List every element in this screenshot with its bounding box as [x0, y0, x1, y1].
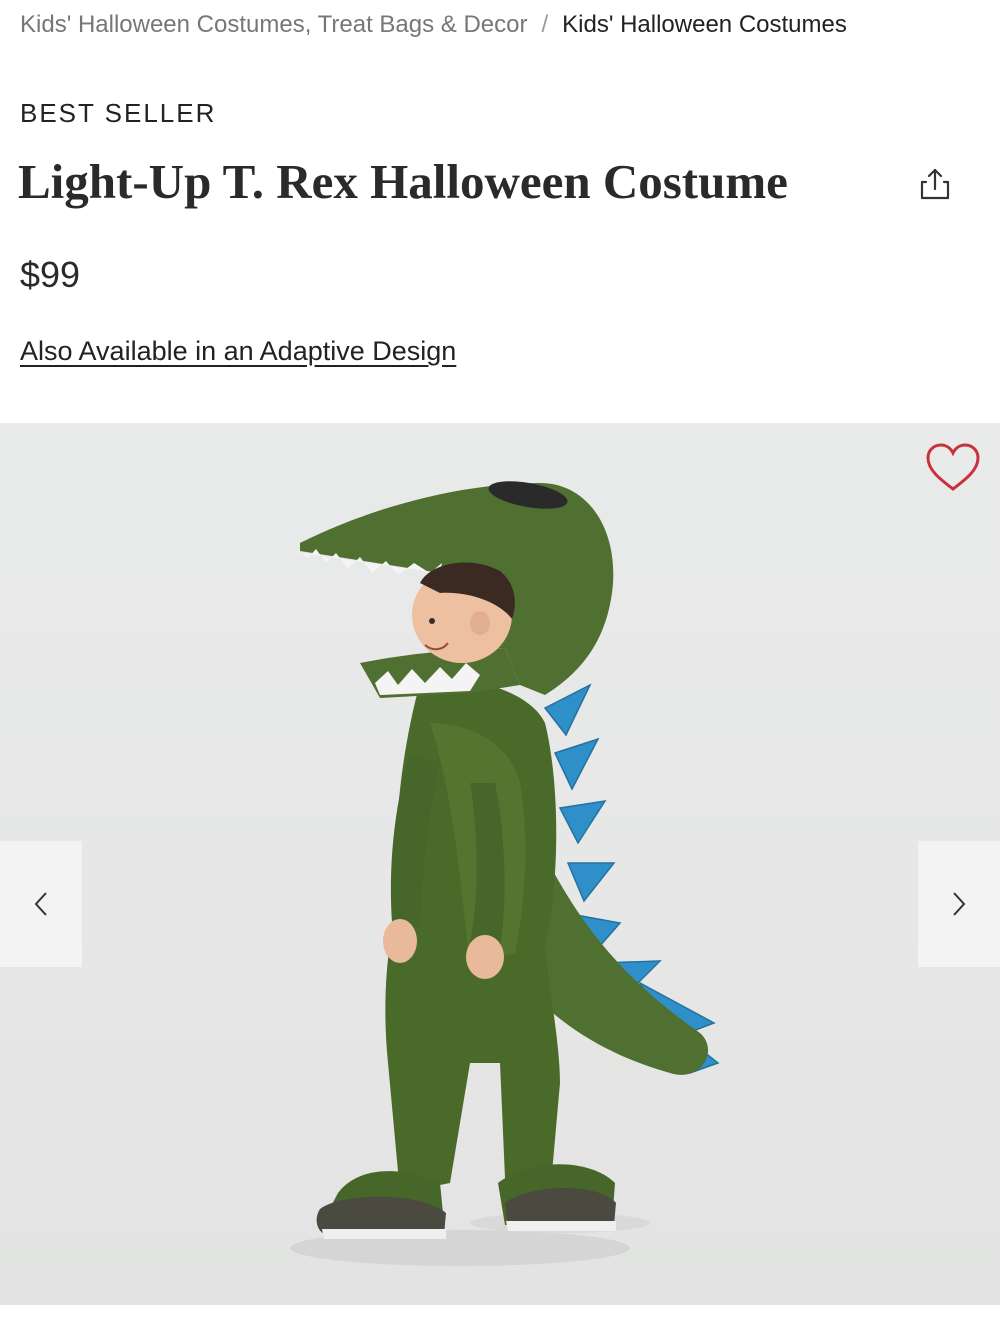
favorite-button[interactable] — [922, 441, 984, 497]
previous-image-button[interactable] — [0, 841, 82, 967]
bottom-strip — [0, 1305, 1000, 1333]
product-photo — [290, 481, 720, 1266]
breadcrumb-parent-link[interactable]: Kids' Halloween Costumes, Treat Bags & D… — [20, 11, 527, 38]
breadcrumb-current[interactable]: Kids' Halloween Costumes — [562, 11, 847, 38]
product-image-gallery[interactable] — [0, 423, 1000, 1305]
heart-icon — [926, 443, 980, 491]
adaptive-design-link[interactable]: Also Available in an Adaptive Design — [20, 336, 456, 367]
breadcrumb: Kids' Halloween Costumes, Treat Bags & D… — [20, 8, 980, 42]
breadcrumb-separator: / — [541, 11, 549, 38]
product-price: $99 — [20, 254, 81, 295]
chevron-right-icon — [953, 892, 966, 916]
share-button[interactable] — [912, 162, 958, 208]
share-icon — [920, 168, 950, 200]
next-image-button[interactable] — [918, 841, 1000, 967]
best-seller-badge: BEST SELLER — [20, 98, 217, 128]
chevron-left-icon — [34, 892, 47, 916]
product-title: Light-Up T. Rex Halloween Costume — [18, 154, 788, 209]
